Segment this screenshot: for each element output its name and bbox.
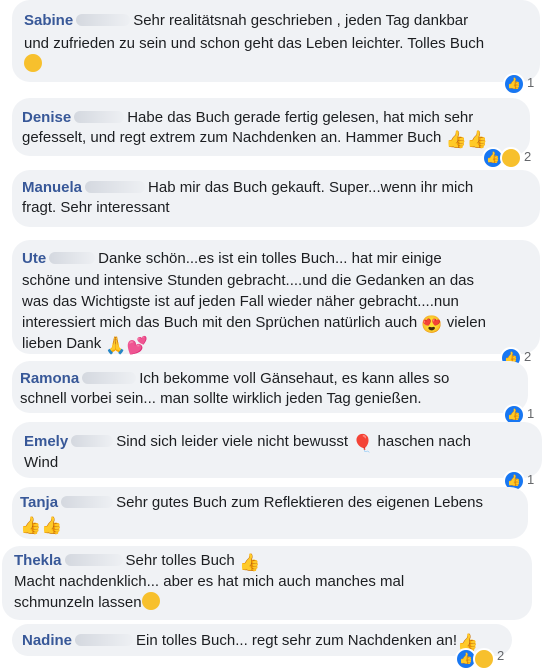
- commenter-name[interactable]: Emely: [24, 433, 68, 450]
- reaction-summary[interactable]: 👍 1: [503, 404, 543, 426]
- comment-text: Tanja Sehr gutes Buch zum Reflektieren de…: [20, 494, 483, 511]
- blurred-surname: [85, 181, 146, 193]
- blurred-surname: [71, 435, 114, 447]
- thumbs-up-icon: 👍: [41, 516, 63, 535]
- commenter-name[interactable]: Ute: [22, 250, 46, 267]
- blurred-surname: [74, 111, 125, 123]
- commenter-name[interactable]: Sabine: [24, 12, 73, 29]
- comment-text: Sabine Sehr realitätsnah geschrieben , je…: [24, 12, 469, 29]
- winking-face-icon: [141, 592, 160, 610]
- blurred-surname: [82, 372, 137, 384]
- like-reaction-icon: 👍: [503, 73, 525, 95]
- comment-text: interessiert mich das Buch mit den Sprüc…: [22, 314, 486, 334]
- comment-text: Wind: [24, 454, 59, 471]
- relieved-face-icon: [24, 54, 42, 72]
- comment-text: fragt. Sehr interessant: [22, 199, 170, 216]
- heart-icon: 💕: [126, 336, 148, 355]
- heart-eyes-icon: 😍: [421, 315, 443, 334]
- comment-text: Emely Sind sich leider viele nicht bewuss…: [24, 433, 471, 453]
- comment-text: Nadine Ein tolles Buch... regt sehr zum N…: [22, 632, 479, 652]
- reaction-summary[interactable]: 👍 2: [482, 147, 542, 169]
- comment-text: Ramona Ich bekomme voll Gänsehaut, es kan…: [20, 370, 450, 387]
- commenter-name[interactable]: Nadine: [22, 632, 72, 649]
- comment-text: Ute Danke schön...es ist ein tolles Buch.…: [22, 250, 442, 267]
- blurred-surname: [64, 554, 123, 566]
- comment-text: lieben Dank 🙏💕: [22, 335, 148, 355]
- blurred-surname: [49, 252, 96, 264]
- blurred-surname: [75, 634, 134, 646]
- comment-text: Manuela Hab mir das Buch gekauft. Super..…: [22, 179, 474, 196]
- commenter-name[interactable]: Ramona: [20, 370, 79, 387]
- comment-text: Macht nachdenklich... aber es hat mich a…: [14, 573, 405, 590]
- comment-text: und zufrieden zu sein und schon geht das…: [24, 35, 485, 52]
- balloon-icon: 🎈: [352, 434, 374, 453]
- comment-text: Thekla Sehr tolles Buch 👍: [14, 552, 261, 572]
- comment-text: schöne und intensive Stunden gebracht...…: [22, 272, 474, 289]
- commenter-name[interactable]: Thekla: [14, 552, 62, 569]
- commenter-name[interactable]: Manuela: [22, 179, 82, 196]
- comment-text: gefesselt, und regt extrem zum Nachdenke…: [22, 129, 488, 149]
- comment-text: schnell vorbei sein... man sollte wirkli…: [20, 390, 422, 407]
- thumbs-up-icon: 👍: [238, 553, 261, 572]
- haha-reaction-icon: [473, 648, 495, 670]
- reaction-summary[interactable]: 👍 2: [455, 648, 515, 670]
- blurred-surname: [76, 14, 131, 26]
- comment-text: Denise Habe das Buch gerade fertig gelese…: [22, 109, 474, 126]
- reaction-summary[interactable]: 👍 1: [503, 73, 543, 95]
- folded-hands-icon: 🙏: [105, 336, 127, 355]
- comment-text: was das Wichtigste ist auf jeden Fall wi…: [22, 293, 459, 310]
- thumbs-up-icon: 👍: [20, 516, 42, 535]
- blurred-surname: [61, 496, 114, 508]
- comment-text: schmunzeln lassen: [14, 592, 160, 613]
- commenter-name[interactable]: Tanja: [20, 494, 58, 511]
- thumbs-up-icon: 👍: [445, 130, 467, 149]
- commenter-name[interactable]: Denise: [22, 109, 71, 126]
- haha-reaction-icon: [500, 147, 522, 169]
